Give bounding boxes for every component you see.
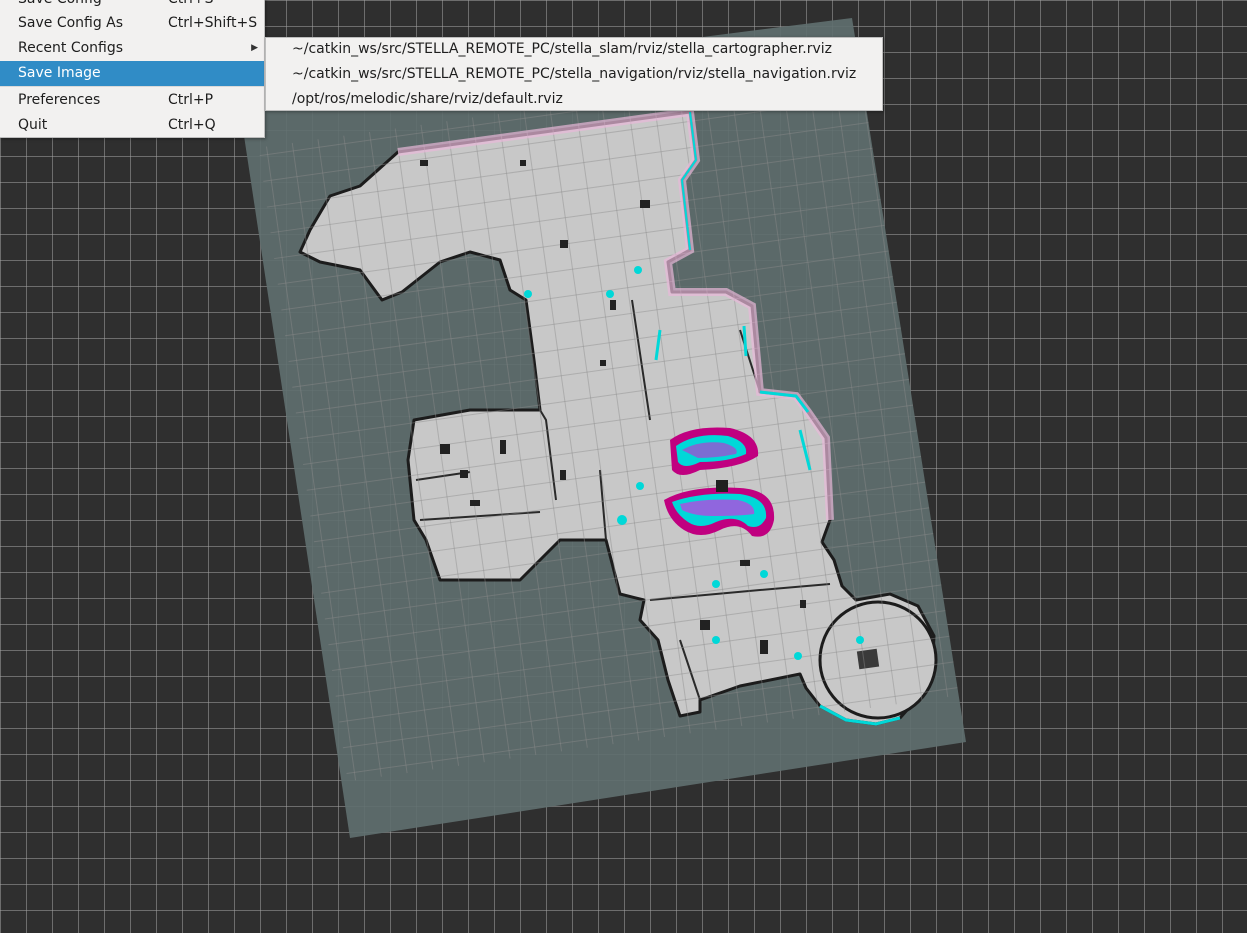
menu-item-shortcut: Ctrl+Shift+S — [168, 15, 258, 31]
recent-config-item[interactable]: ~/catkin_ws/src/STELLA_REMOTE_PC/stella_… — [266, 63, 882, 88]
menu-item-recent-configs[interactable]: Recent Configs ▶ — [0, 36, 264, 61]
menu-item-shortcut: Ctrl+P — [168, 92, 214, 108]
menu-item-save-image[interactable]: Save Image — [0, 61, 264, 86]
menu-item-label: Save Image — [18, 65, 101, 81]
recent-config-path: /opt/ros/melodic/share/rviz/default.rviz — [292, 91, 563, 107]
recent-config-item[interactable]: /opt/ros/melodic/share/rviz/default.rviz — [266, 88, 882, 113]
menu-item-shortcut: Ctrl+Q — [168, 117, 216, 133]
menu-item-preferences[interactable]: Preferences Ctrl+P — [0, 88, 264, 113]
occupancy-map — [238, 18, 966, 838]
menu-item-label: Recent Configs — [18, 40, 124, 56]
menu-item-quit[interactable]: Quit Ctrl+Q — [0, 113, 264, 138]
recent-config-item[interactable]: ~/catkin_ws/src/STELLA_REMOTE_PC/stella_… — [266, 38, 882, 63]
menu-separator — [0, 86, 264, 87]
menu-item-label: Preferences — [18, 92, 101, 108]
file-menu: Save Config Ctrl+S Save Config As Ctrl+S… — [0, 0, 265, 138]
robot-footprint — [716, 480, 728, 492]
menu-item-save-config-as[interactable]: Save Config As Ctrl+Shift+S — [0, 11, 264, 36]
chevron-right-icon: ▶ — [251, 43, 258, 53]
rviz-3d-viewport[interactable] — [0, 0, 1247, 933]
recent-configs-submenu: ~/catkin_ws/src/STELLA_REMOTE_PC/stella_… — [265, 37, 883, 111]
recent-config-path: ~/catkin_ws/src/STELLA_REMOTE_PC/stella_… — [292, 41, 832, 57]
menu-item-label: Quit — [18, 117, 48, 133]
recent-config-path: ~/catkin_ws/src/STELLA_REMOTE_PC/stella_… — [292, 66, 857, 82]
menu-item-label: Save Config As — [18, 15, 124, 31]
